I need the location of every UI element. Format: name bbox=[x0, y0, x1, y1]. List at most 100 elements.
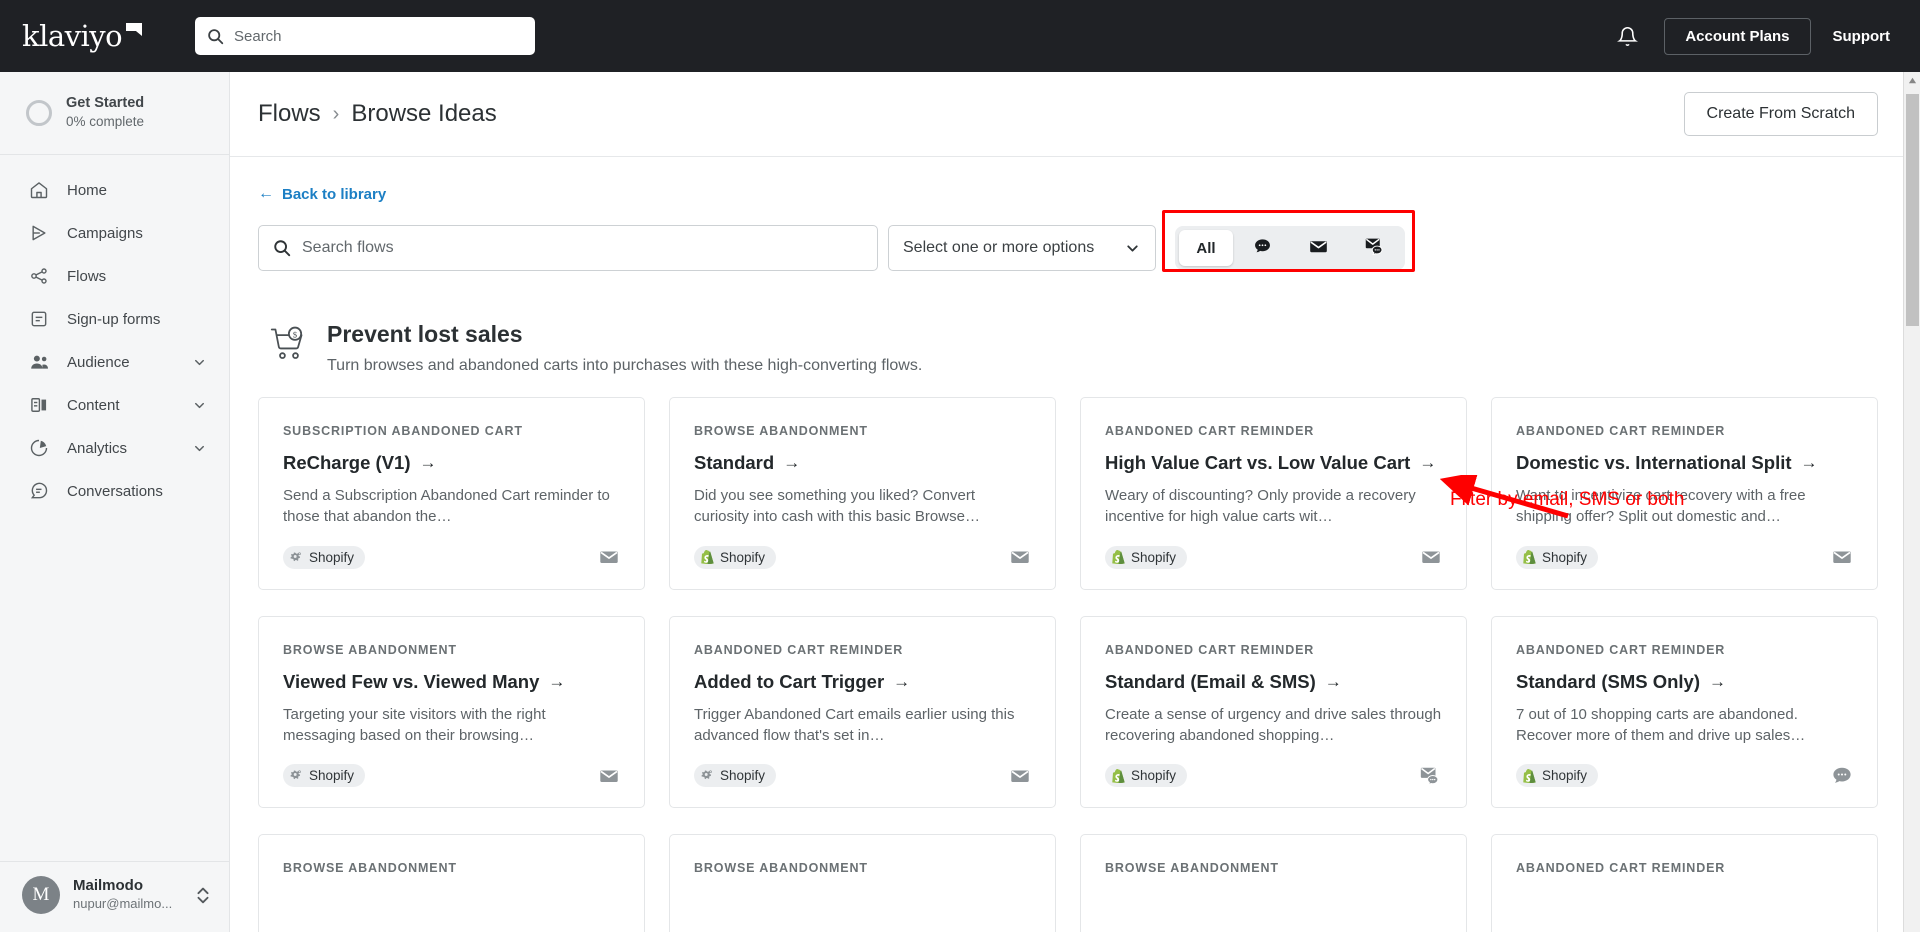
email-envelope-icon bbox=[1009, 546, 1031, 568]
card-description: Trigger Abandoned Cart emails earlier us… bbox=[694, 705, 1015, 745]
flow-card[interactable]: ABANDONED CART REMINDER Added to Cart Tr… bbox=[669, 615, 1056, 809]
sidebar-item-label: Analytics bbox=[67, 439, 128, 457]
filter-sms-button[interactable] bbox=[1235, 230, 1289, 266]
page-title: Browse Ideas bbox=[351, 100, 497, 127]
account-name: Mailmodo bbox=[73, 877, 143, 895]
campaign-send-icon bbox=[27, 223, 51, 243]
search-flows-input[interactable] bbox=[302, 239, 863, 257]
section-header: $ Prevent lost sales Turn browses and ab… bbox=[258, 319, 1878, 375]
global-search-input[interactable] bbox=[234, 27, 523, 45]
create-from-scratch-button[interactable]: Create From Scratch bbox=[1683, 92, 1878, 136]
sidebar-item-signup-forms[interactable]: Sign-up forms bbox=[0, 298, 229, 341]
sidebar-item-conversations[interactable]: Conversations bbox=[0, 470, 229, 513]
browse-ideas-body: ← Back to library Select one or more opt… bbox=[230, 157, 1920, 932]
annotation-text: Filter by email, SMS or both bbox=[1450, 489, 1685, 510]
card-title-text: Standard (Email & SMS) bbox=[1105, 670, 1316, 692]
flow-card[interactable]: BROWSE ABANDONMENT Standard → Did you se… bbox=[669, 397, 1056, 590]
flow-card[interactable]: ABANDONED CART REMINDER bbox=[1491, 834, 1878, 932]
sidebar-item-content[interactable]: Content bbox=[0, 384, 229, 427]
global-search-box[interactable] bbox=[195, 17, 535, 55]
chevron-down-icon[interactable] bbox=[192, 441, 207, 456]
card-footer: Shopify bbox=[1516, 746, 1853, 788]
filter-email-button[interactable] bbox=[1291, 230, 1345, 266]
card-category: SUBSCRIPTION ABANDONED CART bbox=[283, 424, 523, 439]
card-title-text: Standard (SMS Only) bbox=[1516, 670, 1700, 692]
arrow-right-icon: → bbox=[1324, 671, 1342, 691]
scrollbar-thumb[interactable] bbox=[1906, 94, 1919, 326]
get-started-title: Get Started bbox=[66, 95, 145, 111]
svg-text:$: $ bbox=[293, 330, 297, 339]
back-to-library-label: Back to library bbox=[282, 185, 387, 203]
chevron-up-down-icon[interactable] bbox=[195, 884, 211, 906]
main-content: Flows › Browse Ideas Create From Scratch… bbox=[230, 72, 1920, 932]
sidebar-item-campaigns[interactable]: Campaigns bbox=[0, 212, 229, 255]
flow-card[interactable]: SUBSCRIPTION ABANDONED CART ReCharge (V1… bbox=[258, 397, 645, 590]
sidebar-item-label: Audience bbox=[67, 353, 130, 371]
shopify-green-icon bbox=[1112, 550, 1125, 565]
card-category: ABANDONED CART REMINDER bbox=[1516, 424, 1726, 439]
breadcrumb-flows[interactable]: Flows bbox=[258, 100, 321, 128]
card-footer: Shopify bbox=[1105, 528, 1442, 569]
get-started-panel[interactable]: Get Started 0% complete bbox=[0, 72, 229, 155]
top-navigation-bar: klaviyo Account Plans Support bbox=[0, 0, 1920, 72]
integration-badge-label: Shopify bbox=[1542, 549, 1588, 565]
support-button[interactable]: Support bbox=[1833, 28, 1891, 45]
integration-badge-label: Shopify bbox=[1131, 768, 1177, 784]
integration-badge-label: Shopify bbox=[1542, 768, 1588, 784]
sidebar-item-home[interactable]: Home bbox=[0, 169, 229, 212]
integration-badge: Shopify bbox=[1105, 545, 1188, 569]
sidebar-nav: Home Campaigns Flows Sign-up forms Audie bbox=[0, 155, 229, 861]
flow-card[interactable]: ABANDONED CART REMINDER Standard (SMS On… bbox=[1491, 615, 1878, 809]
people-icon bbox=[27, 352, 51, 373]
flow-card[interactable]: ABANDONED CART REMINDER Standard (Email … bbox=[1080, 615, 1467, 809]
sidebar-item-label: Flows bbox=[67, 267, 107, 285]
flow-card[interactable]: BROWSE ABANDONMENT bbox=[669, 834, 1056, 932]
sidebar-item-flows[interactable]: Flows bbox=[0, 255, 229, 298]
card-description: 7 out of 10 shopping carts are abandoned… bbox=[1516, 705, 1806, 745]
integration-badge-label: Shopify bbox=[720, 768, 766, 784]
page-scrollbar[interactable] bbox=[1903, 72, 1920, 932]
card-description: Send a Subscription Abandoned Cart remin… bbox=[283, 487, 610, 526]
account-email: nupur@mailmo... bbox=[73, 895, 173, 911]
flow-cards-grid: SUBSCRIPTION ABANDONED CART ReCharge (V1… bbox=[258, 397, 1878, 932]
card-title: Added to Cart Trigger → bbox=[694, 670, 1031, 693]
card-title: High Value Cart vs. Low Value Cart → bbox=[1105, 451, 1442, 474]
options-select[interactable]: Select one or more options bbox=[888, 225, 1156, 271]
card-title: ReCharge (V1) → bbox=[283, 451, 620, 474]
email-envelope-icon bbox=[598, 765, 620, 787]
flow-card[interactable]: ABANDONED CART REMINDER High Value Cart … bbox=[1080, 397, 1467, 590]
sidebar-item-analytics[interactable]: Analytics bbox=[0, 427, 229, 470]
flow-card[interactable]: BROWSE ABANDONMENT bbox=[258, 834, 645, 932]
arrow-right-icon: → bbox=[548, 671, 566, 691]
sidebar-item-label: Conversations bbox=[67, 482, 163, 500]
back-to-library-link[interactable]: ← Back to library bbox=[258, 185, 386, 203]
integration-badge-label: Shopify bbox=[1131, 549, 1177, 565]
chevron-down-icon[interactable] bbox=[192, 398, 207, 413]
search-icon bbox=[207, 28, 224, 45]
card-description: Create a sense of urgency and drive sale… bbox=[1105, 705, 1442, 745]
integration-badge-label: Shopify bbox=[720, 549, 766, 565]
search-flows-box[interactable] bbox=[258, 225, 878, 271]
filter-all-button[interactable]: All bbox=[1179, 230, 1233, 266]
flow-card[interactable]: BROWSE ABANDONMENT Viewed Few vs. Viewed… bbox=[258, 615, 645, 809]
shopify-green-icon bbox=[1523, 550, 1536, 565]
integration-badge: Shopify bbox=[1516, 764, 1599, 788]
search-icon bbox=[273, 239, 291, 257]
card-category: BROWSE ABANDONMENT bbox=[283, 861, 457, 876]
filter-email-and-sms-button[interactable] bbox=[1347, 230, 1401, 266]
chevron-down-icon[interactable] bbox=[1124, 240, 1141, 257]
form-document-icon bbox=[27, 309, 51, 329]
card-description: Weary of discounting? Only provide a rec… bbox=[1105, 487, 1416, 526]
flow-card[interactable]: BROWSE ABANDONMENT bbox=[1080, 834, 1467, 932]
account-switcher[interactable]: M Mailmodo nupur@mailmo... bbox=[0, 861, 229, 932]
klaviyo-logo[interactable]: klaviyo bbox=[22, 19, 152, 53]
channel-filter-group-wrapper: All bbox=[1162, 210, 1415, 272]
shopify-green-icon bbox=[1112, 768, 1125, 783]
sidebar-item-audience[interactable]: Audience bbox=[0, 341, 229, 384]
scrollbar-up-arrow-icon[interactable] bbox=[1904, 72, 1920, 89]
account-plans-button[interactable]: Account Plans bbox=[1664, 17, 1811, 55]
email-envelope-icon bbox=[1009, 765, 1031, 787]
notification-bell-icon[interactable] bbox=[1613, 22, 1642, 51]
chevron-down-icon[interactable] bbox=[192, 355, 207, 370]
pie-chart-icon bbox=[27, 438, 51, 458]
